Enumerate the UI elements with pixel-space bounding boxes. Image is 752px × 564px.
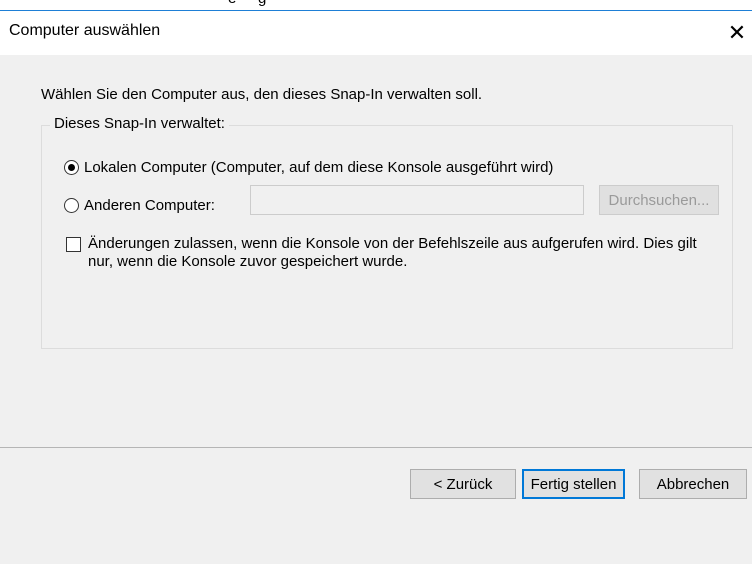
cancel-button[interactable]: Abbrechen: [639, 469, 747, 499]
radio-local-label: Lokalen Computer (Computer, auf dem dies…: [84, 159, 554, 176]
background-window-fragment: e g: [0, 0, 752, 10]
radio-other-indicator[interactable]: [64, 198, 79, 213]
radio-other-label: Anderen Computer:: [84, 197, 215, 214]
finish-button[interactable]: Fertig stellen: [522, 469, 625, 499]
radio-other-computer[interactable]: Anderen Computer:: [64, 197, 215, 214]
allow-changes-option[interactable]: Änderungen zulassen, wenn die Konsole vo…: [66, 235, 708, 271]
browse-button[interactable]: Durchsuchen...: [599, 185, 719, 215]
group-label: Dieses Snap-In verwaltet:: [50, 115, 229, 132]
close-button[interactable]: ✕: [722, 11, 752, 55]
window-title: Computer auswählen: [9, 22, 161, 39]
radio-local-computer[interactable]: Lokalen Computer (Computer, auf dem dies…: [64, 159, 553, 176]
other-computer-input[interactable]: [250, 185, 584, 215]
dialog-window: e g Computer auswählen ✕ Wählen Sie den …: [0, 0, 752, 564]
dialog-content: Wählen Sie den Computer aus, den dieses …: [0, 55, 752, 564]
background-text-fragment-2: g: [258, 0, 266, 7]
allow-changes-checkbox[interactable]: [66, 237, 81, 252]
close-icon: ✕: [727, 20, 747, 45]
allow-changes-label: Änderungen zulassen, wenn die Konsole vo…: [88, 235, 697, 270]
title-bar: Computer auswählen ✕: [0, 10, 752, 55]
back-button[interactable]: < Zurück: [410, 469, 516, 499]
separator: [0, 447, 752, 448]
intro-text: Wählen Sie den Computer aus, den dieses …: [41, 86, 483, 103]
radio-local-indicator[interactable]: [64, 160, 79, 175]
background-text-fragment: e: [228, 0, 236, 7]
snapin-group: Dieses Snap-In verwaltet: Lokalen Comput…: [41, 115, 733, 349]
